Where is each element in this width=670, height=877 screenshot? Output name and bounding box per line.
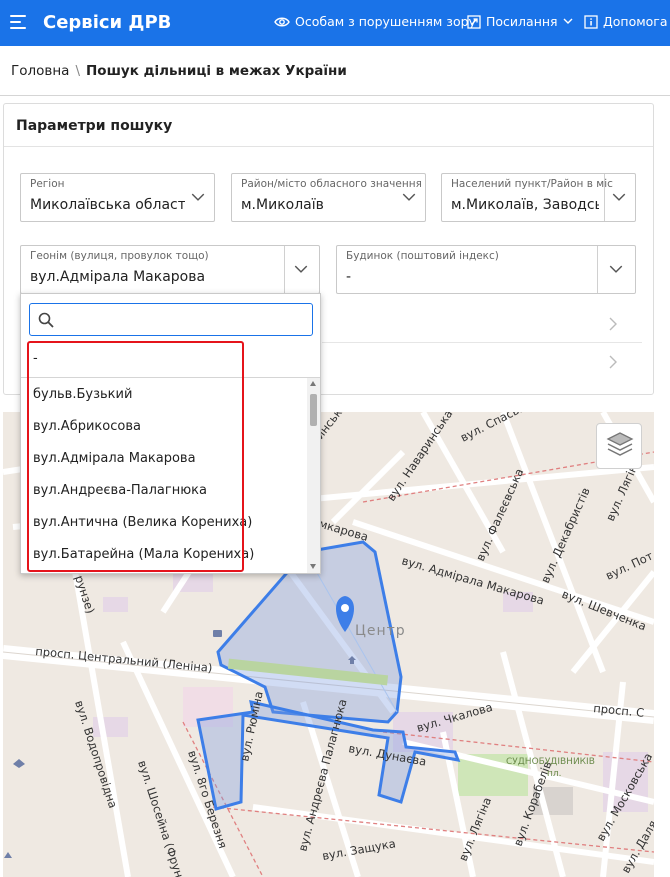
district-select[interactable]: Район/місто обласного значення м.Миколаї…: [231, 173, 426, 222]
layers-icon: [606, 432, 634, 456]
scroll-down-icon[interactable]: [310, 564, 316, 569]
region-select[interactable]: Регіон Миколаївська область: [20, 173, 215, 222]
dropdown-option[interactable]: вул.Адмірала Макарова: [33, 451, 196, 466]
chevron-right-icon[interactable]: [608, 355, 618, 369]
info-icon: [584, 14, 598, 29]
dropdown-option[interactable]: вул.Андреєва-Палагнюка: [33, 483, 207, 498]
row-divider: [322, 342, 642, 343]
chevron-down-icon: [563, 18, 573, 24]
eye-icon: [274, 17, 290, 26]
app-title[interactable]: Сервіси ДРВ: [43, 12, 171, 33]
chevron-down-icon: [402, 193, 416, 201]
breadcrumb: Головна \ Пошук дільниці в межах України: [11, 63, 347, 79]
dropdown-option[interactable]: бульв.Бузький: [33, 387, 132, 402]
settlement-select[interactable]: Населений пункт/Район в місті м.Миколаїв…: [441, 173, 636, 222]
dropdown-option[interactable]: вул.Абрикосова: [33, 419, 141, 434]
building-label: Будинок (поштовий індекс): [346, 250, 499, 262]
chevron-down-icon: [612, 193, 626, 201]
divider: [0, 95, 670, 96]
breadcrumb-separator: \: [75, 63, 80, 79]
accessibility-link[interactable]: Особам з порушенням зору: [274, 14, 476, 29]
street-label: Геонім (вулиця, провулок тощо): [30, 250, 209, 262]
chevron-right-icon[interactable]: [608, 317, 618, 331]
top-bar: Сервіси ДРВ Особам з порушенням зору Пос…: [0, 0, 670, 46]
help-label: Допомога: [603, 14, 668, 29]
external-link-icon: [467, 14, 481, 29]
settlement-label: Населений пункт/Район в місті: [451, 178, 613, 190]
layers-button[interactable]: [596, 423, 642, 469]
dropdown-option[interactable]: вул.Антична (Велика Корениха): [33, 515, 252, 530]
breadcrumb-current: Пошук дільниці в межах України: [86, 63, 347, 79]
map-square-label: пл.: [547, 769, 562, 779]
building-value: -: [346, 269, 352, 285]
region-label: Регіон: [30, 178, 65, 190]
map-district-label: Центр: [355, 623, 406, 639]
map-square-label: СУДНОБУДІВНИКІВ: [506, 757, 595, 767]
street-dropdown: - бульв.Бузький вул.Абрикосова вул.Адмір…: [20, 293, 321, 574]
scroll-up-icon[interactable]: [310, 381, 316, 386]
street-value: вул.Адмірала Макарова: [30, 269, 206, 285]
dropdown-divider: [21, 377, 320, 378]
scroll-thumb[interactable]: [310, 394, 317, 426]
chevron-down-icon: [609, 265, 623, 273]
search-icon: [38, 312, 54, 328]
help-link[interactable]: Допомога: [584, 14, 668, 29]
district-value: м.Миколаїв: [241, 197, 324, 213]
dropdown-search-input[interactable]: [62, 308, 308, 332]
links-label: Посилання: [486, 14, 558, 29]
panel-divider: [4, 146, 653, 147]
dropdown-option[interactable]: -: [33, 351, 38, 366]
breadcrumb-home[interactable]: Головна: [11, 63, 69, 79]
links-menu[interactable]: Посилання: [467, 14, 573, 29]
region-value: Миколаївська область: [30, 197, 185, 213]
chevron-down-icon: [191, 193, 205, 201]
panel-title: Параметри пошуку: [16, 118, 173, 134]
accessibility-label: Особам з порушенням зору: [295, 14, 476, 29]
dropdown-search[interactable]: [29, 303, 313, 336]
dropdown-scrollbar[interactable]: [307, 378, 320, 573]
settlement-value: м.Миколаїв, Заводсь: [451, 197, 599, 213]
chevron-down-icon: [294, 265, 308, 273]
building-select[interactable]: Будинок (поштовий індекс) -: [336, 245, 636, 294]
street-select[interactable]: Геонім (вулиця, провулок тощо) вул.Адмір…: [20, 245, 320, 294]
dropdown-option[interactable]: вул.Батарейна (Мала Корениха): [33, 547, 254, 562]
hamburger-icon[interactable]: [10, 13, 28, 31]
